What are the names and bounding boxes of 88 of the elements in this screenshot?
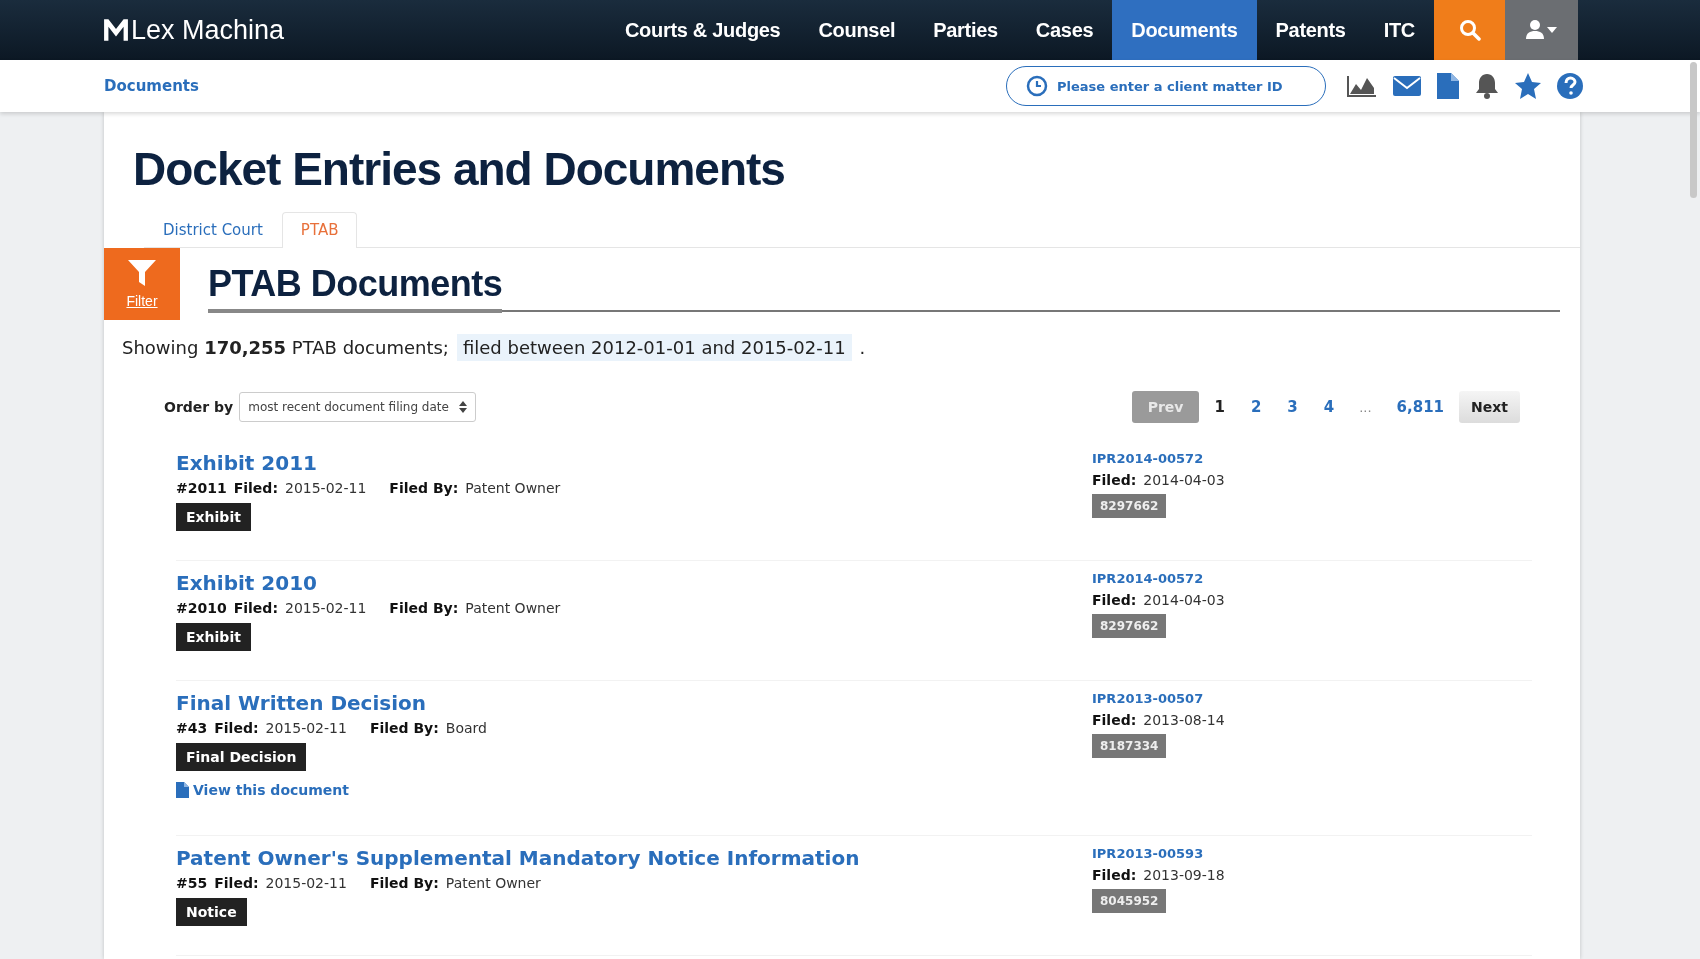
patent-number-tag[interactable]: 8045952 [1092,889,1167,913]
document-number: #2010 [176,600,227,616]
user-menu-button[interactable] [1505,0,1578,60]
page-link[interactable]: 1 [1203,392,1236,422]
filed-label: Filed: [214,875,259,891]
document-title-link[interactable]: Exhibit 2011 [176,451,317,475]
nav-tab[interactable]: Parties [914,0,1017,60]
filed-by-value: Board [445,720,487,736]
filed-by-label: Filed By: [369,875,439,891]
result-summary: Showing 170,255 PTAB documents; [122,337,449,358]
filed-label: Filed: [233,480,278,496]
filter-button[interactable]: Filter [104,248,180,320]
filed-by-label: Filed By: [389,600,459,616]
case-number-link[interactable]: IPR2013-00507 [1092,691,1204,706]
filed-by-label: Filed By: [369,720,439,736]
breadcrumb-link[interactable]: Documents [104,77,199,95]
nav-tab[interactable]: ITC [1364,0,1434,60]
filter-chip[interactable]: filed between 2012-01-01 and 2015-02-11 [456,334,852,361]
page-ellipsis: ... [1358,398,1373,417]
scrollbar-thumb[interactable] [1690,62,1697,198]
client-matter-field[interactable]: Please enter a client matter ID [1006,66,1326,106]
filed-by-value: Patent Owner [465,600,561,616]
document-icon[interactable] [1436,72,1460,100]
page-link[interactable]: 6,811 [1385,392,1456,422]
document-type-tag: Final Decision [176,743,307,771]
filed-label: Filed: [214,720,259,736]
document-title-link[interactable]: Patent Owner's Supplemental Mandatory Notice Information [176,846,860,870]
page-link[interactable]: 3 [1276,392,1309,422]
section-title: PTAB Documents [208,263,503,313]
search-button[interactable] [1434,0,1505,60]
filed-date: 2015-02-11 [265,720,347,736]
summary-period: . [859,337,866,358]
clock-icon [1026,75,1048,97]
filed-date: 2014-04-03 [1143,472,1225,488]
nav-tab[interactable]: Counsel [799,0,915,60]
tab[interactable]: District Court [144,212,282,247]
filed-date: 2013-09-18 [1143,867,1225,883]
order-by-select[interactable]: most recent document filing date [239,392,476,422]
help-icon[interactable] [1556,72,1584,100]
document-title-link[interactable]: Final Written Decision [176,691,426,715]
document-number: #2011 [176,480,227,496]
nav-tab[interactable]: Documents [1112,0,1257,60]
filed-label: Filed: [1092,472,1137,488]
nav-tab[interactable]: Cases [1016,0,1113,60]
filed-date: 2015-02-11 [265,875,347,891]
page-link[interactable]: 4 [1312,392,1346,422]
nav-tab[interactable]: Courts & Judges [605,0,800,60]
document-type-tag: Exhibit [176,503,251,531]
mail-icon[interactable] [1392,75,1422,97]
patent-number-tag[interactable]: 8297662 [1092,614,1167,638]
filed-by-value: Patent Owner [465,480,561,496]
nav-tab[interactable]: Patents [1256,0,1365,60]
logo-icon [103,18,129,42]
case-number-link[interactable]: IPR2014-00572 [1092,451,1204,466]
filed-by-label: Filed By: [389,480,459,496]
page-title: Docket Entries and Documents [133,142,786,197]
patent-number-tag[interactable]: 8297662 [1092,494,1167,518]
star-icon[interactable] [1514,72,1542,100]
next-page-button[interactable]: Next [1459,391,1520,423]
logo-text: Lex Machina [131,14,285,46]
funnel-icon [127,259,157,287]
view-document-link[interactable]: View this document [176,782,349,798]
select-arrows-icon [458,401,467,413]
filed-date: 2015-02-11 [285,600,367,616]
document-icon [176,782,189,798]
area-chart-icon[interactable] [1346,74,1378,98]
document-type-tag: Notice [176,898,247,926]
order-by-label: Order by [164,399,234,415]
page-link[interactable]: 2 [1239,392,1273,422]
search-icon [1458,19,1481,41]
user-icon [1524,19,1559,41]
filed-label: Filed: [233,600,278,616]
filed-date: 2013-08-14 [1143,712,1225,728]
case-number-link[interactable]: IPR2013-00593 [1092,846,1204,861]
filed-label: Filed: [1092,867,1137,883]
filed-date: 2014-04-03 [1143,592,1225,608]
filed-label: Filed: [1092,712,1137,728]
bell-icon[interactable] [1474,72,1500,100]
filed-by-value: Patent Owner [445,875,541,891]
patent-number-tag[interactable]: 8187334 [1092,734,1167,758]
document-title-link[interactable]: Exhibit 2010 [176,571,317,595]
filed-date: 2015-02-11 [285,480,367,496]
case-number-link[interactable]: IPR2014-00572 [1092,571,1204,586]
tab[interactable]: PTAB [281,212,358,248]
document-number: #43 [176,720,208,736]
filed-label: Filed: [1092,592,1137,608]
document-number: #55 [176,875,208,891]
document-type-tag: Exhibit [176,623,251,651]
